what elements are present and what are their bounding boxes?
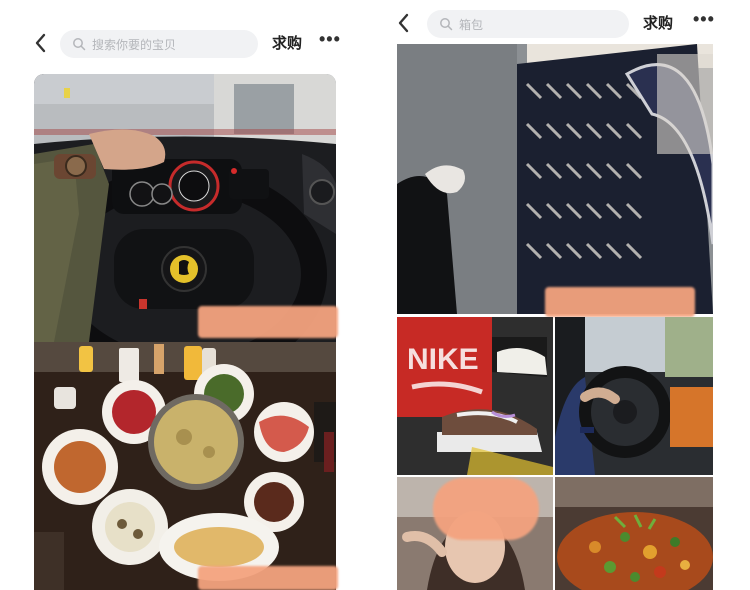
face-redaction-mark bbox=[433, 478, 539, 540]
back-icon[interactable] bbox=[30, 28, 52, 58]
redaction-mark bbox=[198, 566, 338, 590]
left-phone-screen: 搜索你要的宝贝 求购 ••• bbox=[20, 0, 360, 590]
right-top-bar: 箱包 求购 ••• bbox=[385, 2, 730, 46]
right-phone-screen: 箱包 求购 ••• NIKE bbox=[385, 0, 730, 590]
search-icon bbox=[440, 18, 453, 31]
nike-box-label: NIKE bbox=[407, 343, 479, 376]
search-input[interactable]: 搜索你要的宝贝 bbox=[60, 30, 258, 58]
back-icon[interactable] bbox=[393, 8, 415, 38]
qiugou-button[interactable]: 求购 bbox=[272, 32, 302, 53]
left-top-bar: 搜索你要的宝贝 求购 ••• bbox=[20, 22, 360, 66]
tote-bag-photo[interactable] bbox=[397, 44, 713, 314]
hotpot-table-image bbox=[34, 342, 336, 590]
salad-dish-photo[interactable] bbox=[555, 477, 713, 590]
search-placeholder: 箱包 bbox=[459, 17, 484, 32]
redaction-mark bbox=[545, 287, 695, 317]
more-icon[interactable]: ••• bbox=[693, 10, 715, 34]
hotpot-dinner-photo[interactable] bbox=[34, 342, 336, 590]
sneaker-photo[interactable]: NIKE bbox=[397, 317, 553, 475]
tote-bag-image bbox=[397, 44, 713, 314]
mclaren-cockpit-photo[interactable] bbox=[555, 317, 713, 475]
sneaker-image: NIKE bbox=[397, 317, 553, 475]
mclaren-cockpit-image bbox=[555, 317, 713, 475]
search-icon bbox=[73, 38, 86, 51]
qiugou-button[interactable]: 求购 bbox=[643, 12, 673, 33]
search-input[interactable]: 箱包 bbox=[427, 10, 629, 38]
ferrari-cockpit-photo[interactable] bbox=[34, 74, 336, 342]
salad-dish-image bbox=[555, 477, 713, 590]
redaction-mark bbox=[198, 306, 338, 338]
search-placeholder: 搜索你要的宝贝 bbox=[92, 37, 177, 52]
ferrari-cockpit-image bbox=[34, 74, 336, 342]
more-icon[interactable]: ••• bbox=[319, 30, 341, 54]
